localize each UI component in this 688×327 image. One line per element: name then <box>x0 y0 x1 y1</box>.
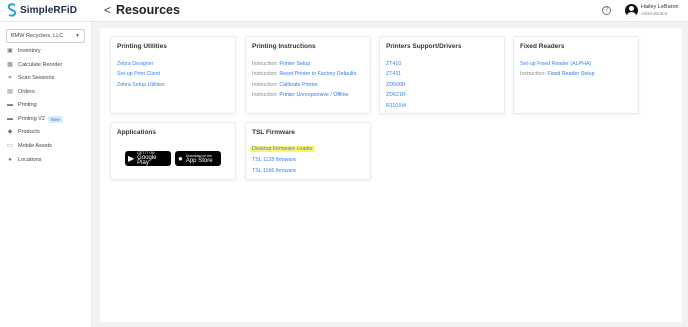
grid-icon: ▦ <box>7 62 13 68</box>
link-zebra-designer[interactable]: Zebra Designer <box>117 61 154 67</box>
logo-mark-icon <box>7 3 17 17</box>
sidebar-item-calculate-reorder[interactable]: ▦ Calculate Reorder <box>7 60 62 70</box>
card-title: Printing Utilities <box>117 43 167 50</box>
sidebar-item-products[interactable]: ◆ Products <box>7 127 40 137</box>
instruction-prefix: Instruction: <box>252 71 278 77</box>
link-printer-setup[interactable]: Printer Setup <box>279 61 310 67</box>
card-printing-instructions: Printing Instructions Instruction: Print… <box>245 36 371 114</box>
google-play-text: Google Play <box>137 155 157 166</box>
sidebar-item-locations[interactable]: ● Locations <box>7 155 42 165</box>
sidebar-item-label: Printing <box>18 102 37 108</box>
play-store-icon: ▶ <box>128 153 135 163</box>
link-zebra-setup-utilities[interactable]: Zebra Setup Utilities <box>117 82 165 88</box>
sidebar-item-label: Calculate Reorder <box>18 62 63 68</box>
chevron-down-icon: ▼ <box>75 33 80 39</box>
sidebar-item-label: Scan Sessions <box>18 75 55 81</box>
card-title: Applications <box>117 129 157 136</box>
sidebar-item-label: Orders <box>18 89 35 95</box>
sidebar-item-printing-v2[interactable]: ▬ Printing V2 New <box>7 114 63 124</box>
sidebar-item-label: Locations <box>18 157 42 163</box>
scan-icon: ⌗ <box>8 75 12 81</box>
location-pin-icon: ● <box>8 157 12 163</box>
back-chevron-icon[interactable]: < <box>104 3 111 17</box>
instruction-prefix: Instruction: <box>520 71 546 77</box>
link-zd621r[interactable]: ZD621R <box>386 92 406 98</box>
instruction-fixed-reader-setup: Instruction: Fixed Reader Setup <box>520 71 595 77</box>
apple-icon: ● <box>178 153 183 163</box>
link-tsl-1166-firmware[interactable]: TSL 1166 firmware <box>252 168 296 174</box>
instruction-printer-unresponsive: Instruction: Printer Unresponsive / Offl… <box>252 92 349 98</box>
simplerfid-logo[interactable]: SimpleRFiD <box>6 3 77 17</box>
instruction-prefix: Instruction: <box>252 82 278 88</box>
printer-icon: ▬ <box>7 102 13 108</box>
help-icon[interactable]: ? <box>602 6 611 15</box>
link-setup-print-client[interactable]: Set-up Print Client <box>117 71 160 77</box>
link-desktop-firmware-loader[interactable]: Desktop Firmware Loader <box>250 146 315 152</box>
user-role: Administrator <box>641 11 668 16</box>
card-printing-utilities: Printing Utilities Zebra Designer Set-up… <box>110 36 236 114</box>
instruction-reset-printer: Instruction: Reset Printer to Factory De… <box>252 71 356 77</box>
app-store-text: App Store <box>185 157 213 164</box>
logo-text: SimpleRFiD <box>20 4 78 16</box>
sidebar-item-mobile-assets[interactable]: ▭ Mobile Assets <box>7 141 52 151</box>
card-fixed-readers: Fixed Readers Set-up Fixed Reader (ALPHA… <box>513 36 639 114</box>
link-zt410[interactable]: ZT410 <box>386 61 401 67</box>
sidebar-item-label: Printing V2 <box>18 116 45 122</box>
link-tsl-1128-firmware[interactable]: TSL 1128 firmware <box>252 157 296 163</box>
instruction-prefix: Instruction: <box>252 61 278 67</box>
tag-icon: ◆ <box>7 129 13 135</box>
app-store-button[interactable]: ● Download on the App Store <box>175 151 221 166</box>
mobile-icon: ▭ <box>7 143 13 149</box>
new-badge: New <box>47 115 63 123</box>
instruction-printer-setup: Instruction: Printer Setup <box>252 61 310 67</box>
sidebar-item-inventory[interactable]: ▣ Inventory <box>7 46 41 56</box>
instruction-calibrate-printer: Instruction: Calibrate Printer <box>252 82 318 88</box>
top-header: SimpleRFiD < Resources ? Hailey LeBaron … <box>0 0 688 22</box>
sidebar-item-scan-sessions[interactable]: ⌗ Scan Sessions <box>7 73 54 83</box>
link-zd500r[interactable]: ZD500R <box>386 82 406 88</box>
card-title: Printers Support/Drivers <box>386 43 462 50</box>
sidebar-item-orders[interactable]: ▤ Orders <box>7 87 35 97</box>
card-title: Printing Instructions <box>252 43 316 50</box>
card-title: TSL Firmware <box>252 129 295 136</box>
highlighted-link-text: Desktop Firmware Loader <box>250 146 315 152</box>
sidebar: BMW Recyclers, LLC ▼ ▣ Inventory ▦ Calcu… <box>0 22 92 327</box>
sidebar-item-label: Inventory <box>18 48 41 54</box>
link-r110xi4[interactable]: R110Xi4 <box>386 103 406 109</box>
link-reset-printer-factory-defaults[interactable]: Reset Printer to Factory Defaults <box>279 71 356 77</box>
organization-select[interactable]: BMW Recyclers, LLC ▼ <box>6 29 85 43</box>
link-zt411[interactable]: ZT411 <box>386 71 401 77</box>
page-title: Resources <box>116 3 180 17</box>
printer-icon: ▬ <box>7 116 13 122</box>
link-printer-unresponsive-offline[interactable]: Printer Unresponsive / Offline <box>279 92 348 98</box>
organization-select-value: BMW Recyclers, LLC <box>11 33 64 39</box>
link-calibrate-printer[interactable]: Calibrate Printer <box>279 82 317 88</box>
orders-icon: ▤ <box>7 89 13 95</box>
user-avatar[interactable] <box>625 4 638 17</box>
sidebar-item-printing[interactable]: ▬ Printing <box>7 100 37 110</box>
card-tsl-firmware: TSL Firmware Desktop Firmware Loader TSL… <box>245 122 371 180</box>
user-name[interactable]: Hailey LeBaron <box>641 4 679 10</box>
card-printers-support-drivers: Printers Support/Drivers ZT410 ZT411 ZD5… <box>379 36 505 114</box>
instruction-prefix: Instruction: <box>252 92 278 98</box>
link-fixed-reader-setup[interactable]: Fixed Reader Setup <box>547 71 594 77</box>
card-applications: Applications ▶ GET IT ON Google Play ● D… <box>110 122 236 180</box>
card-title: Fixed Readers <box>520 43 565 50</box>
inventory-icon: ▣ <box>7 48 13 54</box>
google-play-button[interactable]: ▶ GET IT ON Google Play <box>125 151 171 166</box>
sidebar-item-label: Products <box>18 129 40 135</box>
link-setup-fixed-reader[interactable]: Set-up Fixed Reader (ALPHA) <box>520 61 591 67</box>
sidebar-item-label: Mobile Assets <box>18 143 52 149</box>
